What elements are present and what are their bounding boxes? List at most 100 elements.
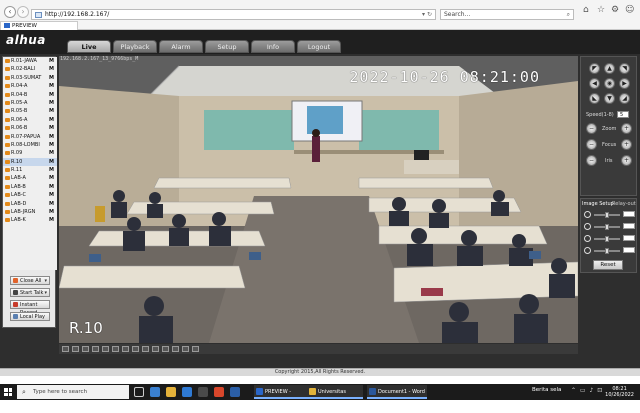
brightness-slider[interactable] [594, 212, 620, 218]
smiley-icon[interactable]: ☺ [625, 5, 634, 15]
zoom-icon[interactable] [142, 346, 149, 352]
ptz-left-button[interactable]: ◀ [589, 78, 600, 89]
zoom-in-button[interactable]: + [621, 123, 632, 134]
zoom-out-button[interactable]: − [586, 123, 597, 134]
camera-stream-marker[interactable]: M [49, 65, 54, 73]
ptz-up-left-button[interactable]: ◤ [589, 63, 600, 74]
file-explorer-icon[interactable] [166, 387, 176, 397]
home-icon[interactable]: ⌂ [583, 5, 589, 15]
camera-stream-marker[interactable]: M [49, 133, 54, 141]
camera-stream-marker[interactable]: M [49, 91, 54, 99]
camera-list-item[interactable]: LAB-C M [3, 191, 57, 199]
camera-stream-marker[interactable]: M [49, 166, 54, 174]
taskbar-clock[interactable]: 08:21 10/26/2022 [605, 386, 634, 398]
start-talk-button[interactable]: Start Talk ▾ [10, 288, 50, 297]
camera-list-item[interactable]: R.03-SUMAT M [3, 74, 57, 82]
taskbar-app-button[interactable]: PREVIEW - Internet ... [254, 385, 310, 409]
camera-list-item[interactable]: LAB-A M [3, 174, 57, 182]
camera-stream-marker[interactable]: M [49, 74, 54, 82]
ratio-icon[interactable] [162, 346, 169, 352]
saturation-value[interactable] [623, 235, 635, 241]
color-icon[interactable] [192, 346, 199, 352]
tab-info[interactable]: Info [251, 40, 295, 53]
ptz-right-button[interactable]: ▶ [619, 78, 630, 89]
record-icon[interactable] [132, 346, 139, 352]
office-icon[interactable] [214, 387, 224, 397]
camera-stream-marker[interactable]: M [49, 141, 54, 149]
taskbar-app-button[interactable]: Universitas Bakrie - ... [307, 385, 363, 409]
ptz-up-button[interactable]: ▲ [604, 63, 615, 74]
camera-list-item[interactable]: R.07-PAPUA M [3, 133, 57, 141]
split-1-icon[interactable] [72, 346, 79, 352]
fullscreen-icon[interactable] [62, 346, 69, 352]
camera-list-item[interactable]: R.09 M [3, 149, 57, 157]
alarm-icon[interactable] [182, 346, 189, 352]
camera-list-item[interactable]: R.08-LOMBI M [3, 141, 57, 149]
taskbar-app-button[interactable]: Document1 - Word [367, 385, 427, 399]
tab-setup[interactable]: Setup [205, 40, 249, 53]
ptz-down-left-button[interactable]: ◣ [589, 93, 600, 104]
browser-tab[interactable]: PREVIEW [0, 21, 78, 30]
iris-plus-button[interactable]: + [621, 155, 632, 166]
edge-icon[interactable] [150, 387, 160, 397]
reset-button[interactable]: Reset [593, 260, 623, 270]
camera-list-item[interactable]: LAB-B M [3, 183, 57, 191]
camera-stream-marker[interactable]: M [49, 191, 54, 199]
camera-list-item[interactable]: R.06-A M [3, 116, 57, 124]
favorites-icon[interactable]: ☆ [597, 5, 605, 15]
tab-alarm[interactable]: Alarm [159, 40, 203, 53]
contrast-value[interactable] [623, 223, 635, 229]
camera-stream-marker[interactable]: M [49, 99, 54, 107]
camera-list-item[interactable]: R.06-B M [3, 124, 57, 132]
mail-icon[interactable] [182, 387, 192, 397]
camera-list-item[interactable]: R.10 M [3, 157, 57, 167]
camera-list-item[interactable]: R.04-A M [3, 82, 57, 90]
camera-list-item[interactable]: LAB-K M [3, 216, 57, 224]
audio-icon[interactable] [152, 346, 159, 352]
camera-list-item[interactable]: LAB-JRGN M [3, 208, 57, 216]
back-button[interactable]: ‹ [4, 6, 16, 18]
camera-list-item[interactable]: LAB-D M [3, 200, 57, 208]
camera-stream-marker[interactable]: M [49, 57, 54, 65]
saturation-slider[interactable] [594, 236, 620, 242]
relay-out-tab[interactable]: Relay-out [612, 201, 636, 207]
refresh-icon[interactable]: ▾ ↻ [422, 10, 432, 20]
camera-stream-marker[interactable]: M [49, 183, 54, 191]
store-icon[interactable] [198, 387, 208, 397]
address-bar[interactable]: http://192.168.2.167/ ▾ ↻ [31, 9, 436, 20]
camera-list-item[interactable]: R.05-B M [3, 107, 57, 115]
contrast-slider[interactable] [594, 224, 620, 230]
browser-search-input[interactable]: Search... ⌕ [440, 9, 574, 20]
local-play-button[interactable]: Local Play [10, 312, 50, 321]
iris-minus-button[interactable]: − [586, 155, 597, 166]
gear-icon[interactable]: ⚙ [611, 5, 619, 15]
ptz-down-button[interactable]: ▼ [604, 93, 615, 104]
forward-button[interactable]: › [17, 6, 29, 18]
camera-stream-marker[interactable]: M [49, 107, 54, 115]
weather-widget[interactable]: Berita sela [532, 387, 561, 393]
camera-list-item[interactable]: R.05-A M [3, 99, 57, 107]
camera-stream-marker[interactable]: M [49, 149, 54, 157]
camera-list-item[interactable]: R.11 M [3, 166, 57, 174]
word-icon[interactable] [230, 387, 240, 397]
taskbar-search-input[interactable]: ⌕ Type here to search [17, 385, 129, 399]
split-9-icon[interactable] [102, 346, 109, 352]
task-view-icon[interactable] [134, 387, 144, 397]
camera-stream-marker[interactable]: M [49, 158, 54, 166]
split-16-icon[interactable] [112, 346, 119, 352]
camera-stream-marker[interactable]: M [49, 82, 54, 90]
camera-list-item[interactable]: R.02-BALI M [3, 65, 57, 73]
camera-stream-marker[interactable]: M [49, 124, 54, 132]
tab-logout[interactable]: Logout [297, 40, 341, 53]
hue-slider[interactable] [594, 248, 620, 254]
windows-start-icon[interactable] [4, 388, 12, 396]
ptz-center-button[interactable]: ◉ [604, 78, 615, 89]
focus-plus-button[interactable]: + [621, 139, 632, 150]
system-tray-icons[interactable]: ⌃ ▭ ♪ ⊡ [571, 387, 603, 394]
search-icon[interactable]: ⌕ [567, 10, 570, 20]
live-video-view[interactable]: 192.168.2.167_13_9766bps_M 2022-10-26 08… [59, 56, 578, 343]
chevron-down-icon[interactable]: ▾ [44, 277, 47, 285]
camera-stream-marker[interactable]: M [49, 208, 54, 216]
ptz-up-right-button[interactable]: ◥ [619, 63, 630, 74]
hue-value[interactable] [623, 247, 635, 253]
